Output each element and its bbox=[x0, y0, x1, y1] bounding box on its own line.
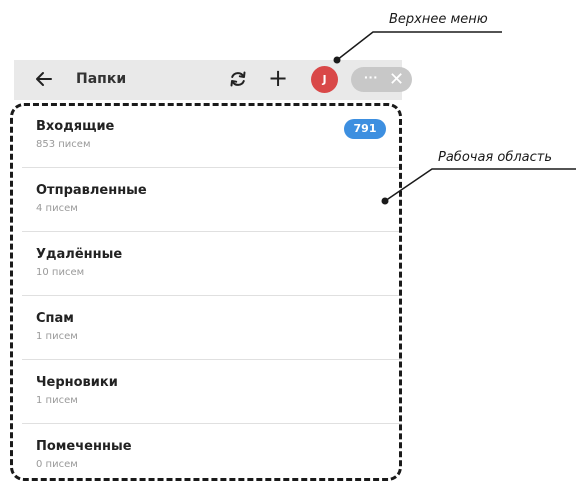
annotation-top-menu: Верхнее меню bbox=[389, 12, 488, 27]
close-button[interactable]: ✕ bbox=[389, 67, 404, 92]
plus-icon: + bbox=[268, 64, 288, 92]
add-folder-button[interactable]: + bbox=[268, 65, 288, 91]
folder-count: 1 писем bbox=[36, 331, 78, 342]
avatar[interactable]: J bbox=[311, 66, 338, 93]
folder-item-deleted[interactable]: Удалённые 10 писем bbox=[22, 232, 402, 296]
folder-item-drafts[interactable]: Черновики 1 писем bbox=[22, 360, 402, 424]
refresh-icon bbox=[228, 69, 248, 89]
more-button[interactable]: ··· bbox=[364, 67, 378, 92]
folder-item-flagged[interactable]: Помеченные 0 писем bbox=[22, 424, 402, 487]
work-area-callout-line bbox=[382, 169, 576, 205]
back-button[interactable] bbox=[34, 69, 54, 89]
folder-count: 10 писем bbox=[36, 267, 84, 278]
folder-item-spam[interactable]: Спам 1 писем bbox=[22, 296, 402, 360]
folder-count: 853 писем bbox=[36, 139, 91, 150]
folder-name: Спам bbox=[36, 311, 74, 326]
folder-name: Помеченные bbox=[36, 439, 132, 454]
folder-list: Входящие 853 писем 791 Отправленные 4 пи… bbox=[22, 104, 402, 487]
top-menu-bar: Папки + J ··· ✕ bbox=[14, 60, 402, 101]
folder-count: 4 писем bbox=[36, 203, 78, 214]
close-icon: ✕ bbox=[389, 69, 404, 90]
folder-count: 1 писем bbox=[36, 395, 78, 406]
window-controls: ··· ✕ bbox=[351, 67, 412, 92]
arrow-left-icon bbox=[34, 69, 54, 89]
annotation-work-area: Рабочая область bbox=[438, 150, 552, 165]
ellipsis-icon: ··· bbox=[364, 69, 378, 85]
folder-count: 0 писем bbox=[36, 459, 78, 470]
folder-name: Входящие bbox=[36, 119, 114, 134]
unread-badge: 791 bbox=[344, 119, 386, 139]
folder-name: Отправленные bbox=[36, 183, 147, 198]
folder-item-sent[interactable]: Отправленные 4 писем bbox=[22, 168, 402, 232]
folder-name: Черновики bbox=[36, 375, 118, 390]
page-title: Папки bbox=[76, 71, 126, 87]
top-menu-callout-line bbox=[334, 32, 503, 64]
refresh-button[interactable] bbox=[228, 69, 248, 89]
folder-item-inbox[interactable]: Входящие 853 писем 791 bbox=[22, 104, 402, 168]
folder-name: Удалённые bbox=[36, 247, 122, 262]
